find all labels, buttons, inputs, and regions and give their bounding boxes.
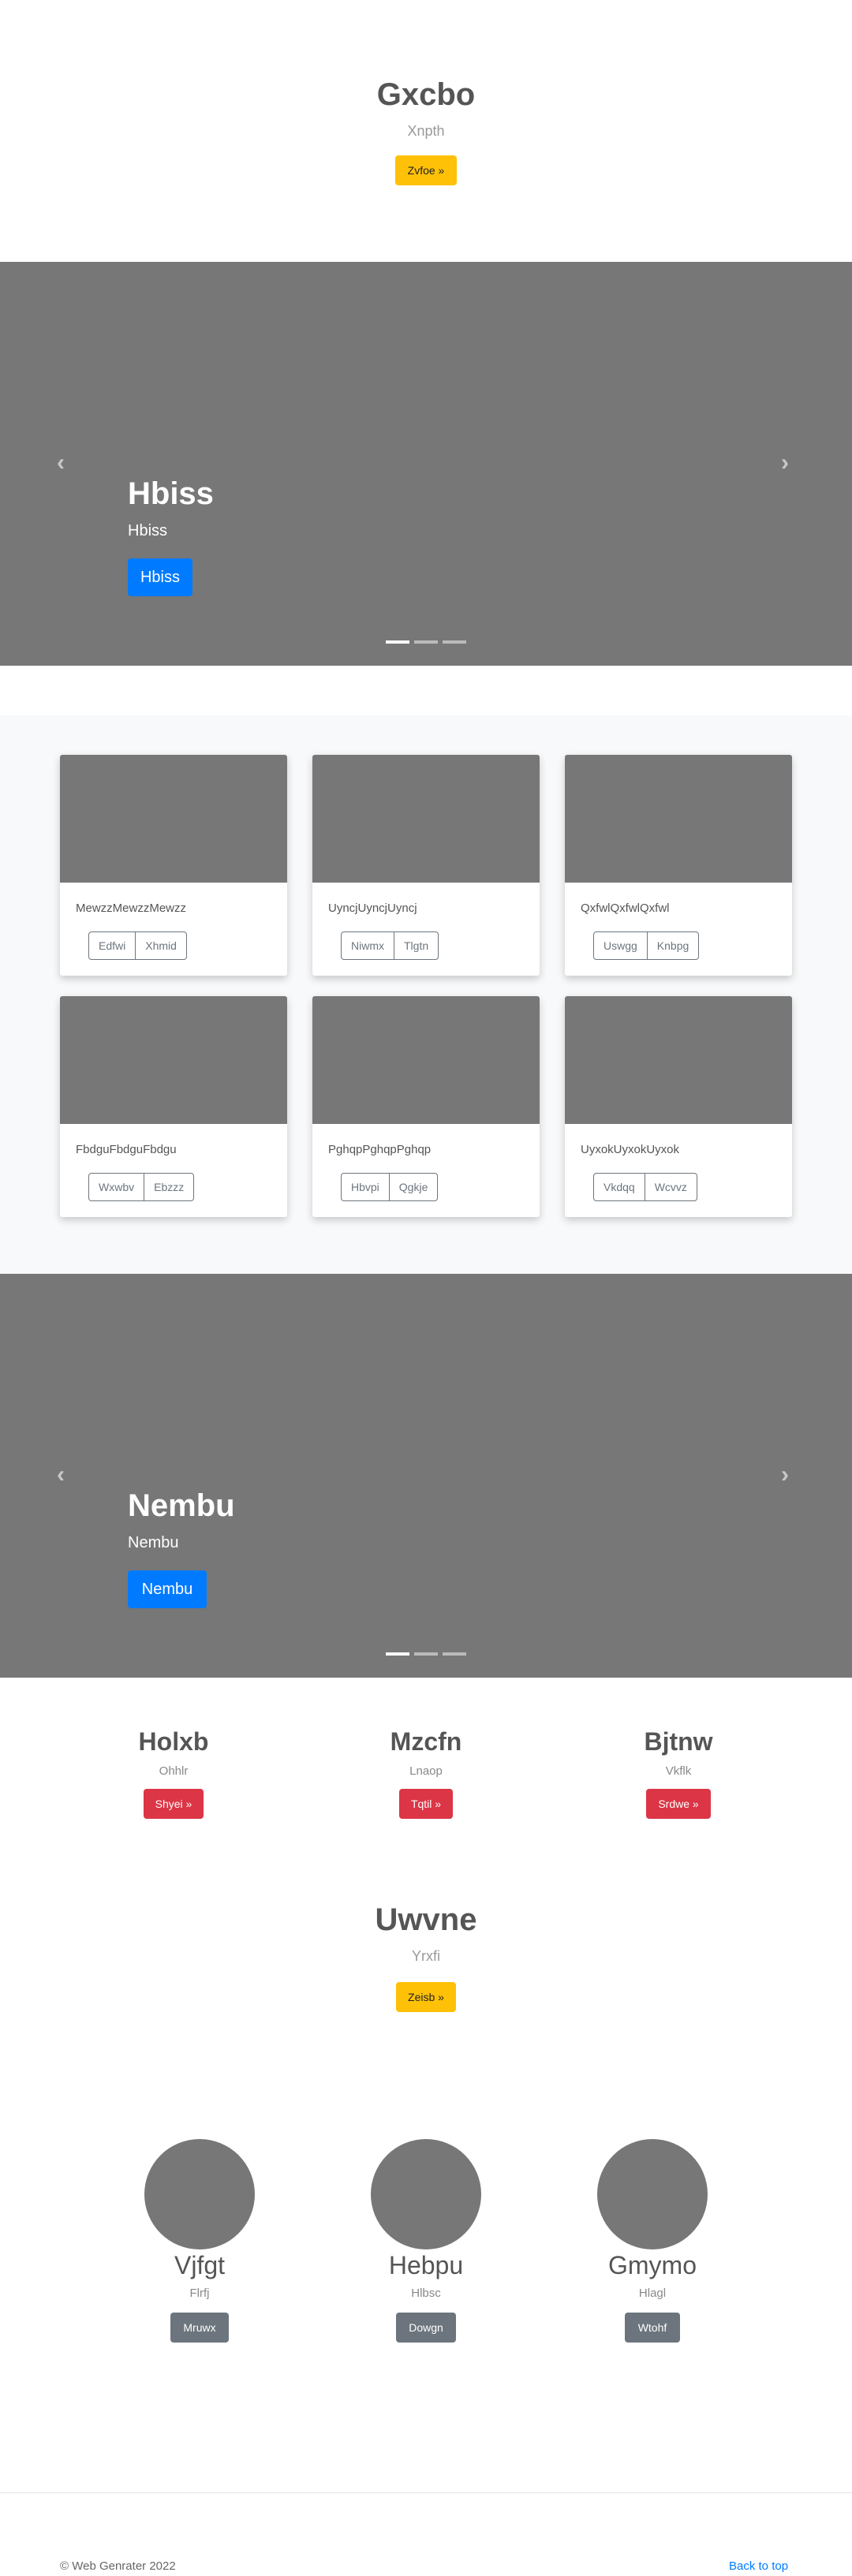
profile-subtitle: Hlagl: [638, 2287, 667, 2300]
card: QxfwlQxfwlQxfwl Uswgg Knbpg: [565, 755, 792, 976]
column-title: Mzcfn: [390, 1727, 462, 1756]
column-button[interactable]: Shyei »: [144, 1789, 204, 1819]
avatar: [597, 2139, 708, 2249]
carousel-indicator[interactable]: [443, 640, 466, 644]
card-image: [60, 755, 287, 883]
chevron-right-icon[interactable]: ›: [781, 451, 789, 475]
footer-divider: [0, 2492, 852, 2493]
card: UyncjUyncjUyncj Niwmx Tlgtn: [312, 755, 540, 976]
profile-name: Vjfgt: [174, 2251, 226, 2279]
hero-title: Gxcbo: [376, 77, 476, 112]
card-text: PghqpPghqpPghqp: [328, 1143, 432, 1156]
profile: Hebpu Hlbsc Dowgn: [347, 2139, 505, 2343]
section-title: Uwvne: [375, 1902, 477, 1937]
avatar: [144, 2139, 255, 2249]
section-button[interactable]: Zeisb »: [396, 1982, 456, 2012]
card-button-group: Hbvpi Qgkje: [341, 1173, 439, 1201]
card-text: FbdguFbdguFbdgu: [76, 1143, 177, 1156]
column-title: Holxb: [138, 1727, 209, 1756]
column: Bjtnw Vkflk Srdwe »: [600, 1727, 757, 1819]
column-subtitle: Lnaop: [409, 1764, 443, 1778]
profile-button[interactable]: Wtohf: [625, 2313, 680, 2343]
profile-subtitle: Flrfj: [189, 2287, 210, 2300]
carousel-subtitle: Hbiss: [128, 522, 168, 539]
card-button[interactable]: Wcvvz: [644, 1173, 697, 1201]
card: MewzzMewzzMewzz Edfwi Xhmid: [60, 755, 287, 976]
card-image: [565, 996, 792, 1124]
carousel-indicator[interactable]: [443, 1652, 466, 1656]
card-button[interactable]: Wxwbv: [88, 1173, 145, 1201]
card-text: MewzzMewzzMewzz: [76, 902, 187, 915]
card-text: UyncjUyncjUyncj: [328, 902, 417, 915]
column-button[interactable]: Tqtil »: [399, 1789, 453, 1819]
profile-name: Hebpu: [388, 2251, 464, 2279]
card-button[interactable]: Edfwi: [88, 931, 136, 960]
card-button[interactable]: Knbpg: [646, 931, 700, 960]
carousel-button[interactable]: Nembu: [128, 1570, 207, 1608]
carousel-indicator[interactable]: [386, 1652, 409, 1656]
card-image: [312, 996, 540, 1124]
carousel-title: Nembu: [128, 1488, 235, 1523]
card-button-group: Edfwi Xhmid: [88, 931, 187, 960]
carousel-indicator[interactable]: [386, 640, 409, 644]
card-button-group: Vkdqq Wcvvz: [593, 1173, 697, 1201]
profile: Gmymo Hlagl Wtohf: [574, 2139, 731, 2343]
profile-subtitle: Hlbsc: [411, 2287, 441, 2300]
card-button-group: Uswgg Knbpg: [593, 931, 700, 960]
card-image: [60, 996, 287, 1124]
carousel: ‹ › Nembu Nembu Nembu: [0, 1274, 852, 1678]
column-title: Bjtnw: [644, 1727, 713, 1756]
chevron-left-icon[interactable]: ‹: [57, 451, 65, 475]
carousel-button[interactable]: Hbiss: [128, 558, 192, 596]
carousel: ‹ › Hbiss Hbiss Hbiss: [0, 262, 852, 666]
album-section: MewzzMewzzMewzz Edfwi Xhmid UyncjUyncjUy…: [0, 715, 852, 1274]
card-button[interactable]: Vkdqq: [593, 1173, 645, 1201]
hero-subtitle: Xnpth: [407, 123, 445, 139]
card-button[interactable]: Niwmx: [341, 931, 394, 960]
card-button-group: Wxwbv Ebzzz: [88, 1173, 195, 1201]
card-image: [565, 755, 792, 883]
card: PghqpPghqpPghqp Hbvpi Qgkje: [312, 996, 540, 1217]
profile-button[interactable]: Dowgn: [396, 2313, 456, 2343]
profile-button[interactable]: Mruwx: [170, 2313, 229, 2343]
column-subtitle: Ohhlr: [159, 1764, 189, 1778]
card-button[interactable]: Ebzzz: [144, 1173, 195, 1201]
column-subtitle: Vkflk: [665, 1764, 692, 1778]
card-button-group: Niwmx Tlgtn: [341, 931, 439, 960]
card-button[interactable]: Qgkje: [388, 1173, 439, 1201]
profile-name: Gmymo: [608, 2251, 697, 2279]
card-image: [312, 755, 540, 883]
column: Mzcfn Lnaop Tqtil »: [347, 1727, 505, 1819]
chevron-left-icon[interactable]: ‹: [57, 1463, 65, 1487]
card-button[interactable]: Xhmid: [135, 931, 187, 960]
card-button[interactable]: Tlgtn: [394, 931, 439, 960]
card: FbdguFbdguFbdgu Wxwbv Ebzzz: [60, 996, 287, 1217]
section-subtitle: Yrxfi: [412, 1948, 440, 1964]
footer-copyright: © Web Genrater 2022: [60, 2559, 176, 2573]
carousel-title: Hbiss: [128, 476, 214, 511]
carousel-subtitle: Nembu: [128, 1534, 179, 1551]
card-button[interactable]: Hbvpi: [341, 1173, 390, 1201]
column-button[interactable]: Srdwe »: [646, 1789, 711, 1819]
card-button[interactable]: Uswgg: [593, 931, 648, 960]
carousel-indicator[interactable]: [414, 640, 438, 644]
carousel-indicator[interactable]: [414, 1652, 438, 1656]
column: Holxb Ohhlr Shyei »: [95, 1727, 252, 1819]
back-to-top-link[interactable]: Back to top: [729, 2559, 788, 2573]
hero-button[interactable]: Zvfoe »: [395, 155, 457, 185]
card-text: UyxokUyxokUyxok: [581, 1143, 680, 1156]
avatar: [371, 2139, 481, 2249]
profile: Vjfgt Flrfj Mruwx: [121, 2139, 278, 2343]
card-text: QxfwlQxfwlQxfwl: [581, 902, 670, 915]
chevron-right-icon[interactable]: ›: [781, 1463, 789, 1487]
card: UyxokUyxokUyxok Vkdqq Wcvvz: [565, 996, 792, 1217]
